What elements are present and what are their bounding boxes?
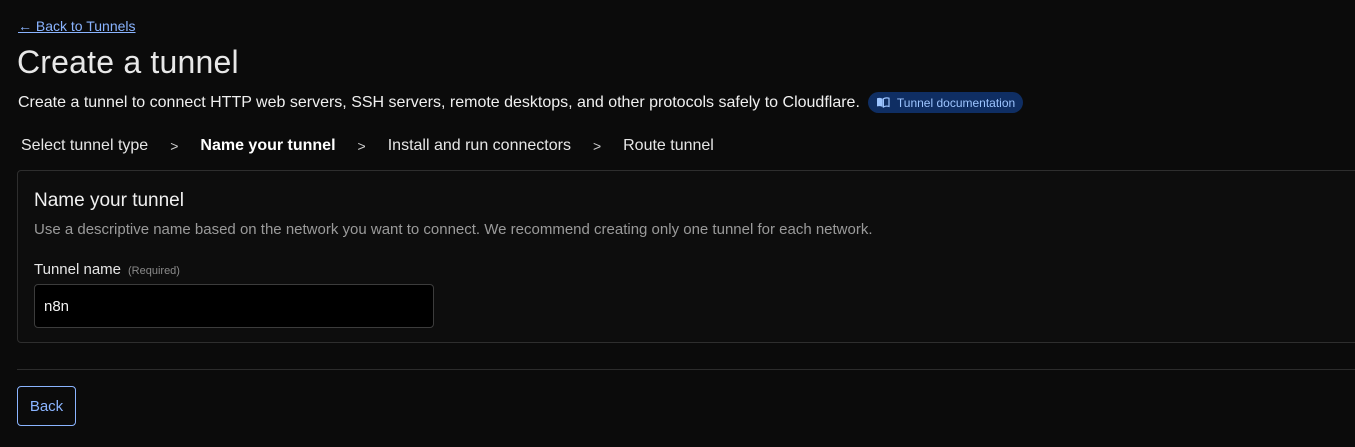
book-icon	[876, 97, 890, 108]
page-title: Create a tunnel	[17, 44, 239, 80]
footer-divider	[17, 369, 1355, 370]
name-tunnel-card: Name your tunnel Use a descriptive name …	[17, 170, 1355, 343]
tunnel-name-label: Tunnel name	[34, 261, 121, 278]
subtitle-row: Create a tunnel to connect HTTP web serv…	[18, 92, 1024, 113]
back-button[interactable]: Back	[17, 386, 76, 426]
create-tunnel-page: ← Back to Tunnels Create a tunnel Create…	[0, 0, 1355, 447]
step-separator: >	[357, 138, 366, 154]
tunnel-documentation-label: Tunnel documentation	[896, 95, 1016, 110]
tunnel-documentation-link[interactable]: Tunnel documentation	[867, 92, 1024, 113]
step-separator: >	[592, 138, 602, 154]
required-hint: (Required)	[128, 265, 180, 277]
tunnel-name-label-row: Tunnel name (Required)	[34, 261, 180, 278]
page-subtitle: Create a tunnel to connect HTTP web serv…	[18, 93, 860, 111]
tunnel-name-input[interactable]	[34, 284, 434, 328]
back-to-tunnels-link[interactable]: ← Back to Tunnels	[18, 18, 136, 34]
stepper: Select tunnel type > Name your tunnel > …	[21, 137, 714, 155]
step-separator: >	[170, 138, 179, 154]
step-name-your-tunnel: Name your tunnel	[200, 137, 336, 154]
step-select-tunnel-type: Select tunnel type	[21, 137, 149, 154]
step-route-tunnel: Route tunnel	[623, 137, 714, 154]
card-title: Name your tunnel	[34, 190, 184, 211]
step-install-connectors: Install and run connectors	[387, 137, 571, 154]
card-description: Use a descriptive name based on the netw…	[34, 221, 873, 238]
